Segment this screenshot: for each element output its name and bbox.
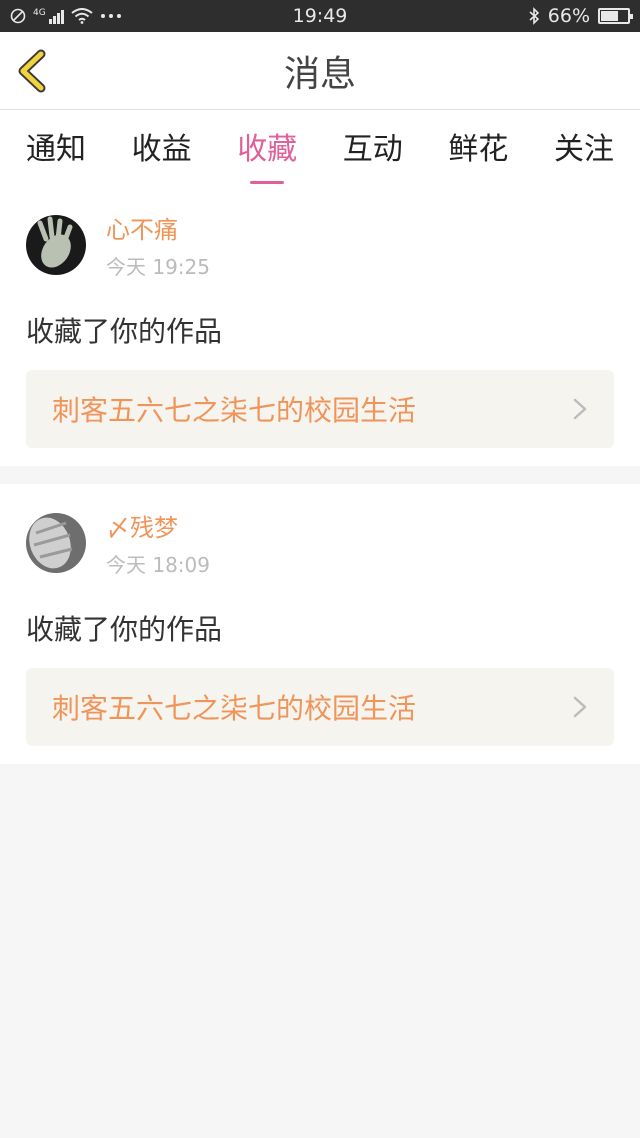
user-row: 〆残梦 今天 18:09 [26, 508, 614, 578]
battery-icon [598, 8, 633, 24]
tab-follows[interactable]: 关注 [554, 124, 614, 172]
chevron-right-icon [573, 696, 587, 718]
tab-flowers[interactable]: 鲜花 [448, 124, 508, 172]
page-title: 消息 [283, 53, 356, 95]
message-card: 〆残梦 今天 18:09 收藏了你的作品 刺客五六七之柒七的校园生活 [0, 484, 640, 764]
tab-earnings[interactable]: 收益 [132, 124, 192, 172]
work-link[interactable]: 刺客五六七之柒七的校园生活 [26, 668, 614, 746]
work-title: 刺客五六七之柒七的校园生活 [52, 692, 417, 725]
battery-level [601, 11, 619, 21]
tab-interactions[interactable]: 互动 [343, 124, 403, 172]
nav-bar: 消息 [0, 32, 640, 110]
action-text: 收藏了你的作品 [26, 613, 223, 646]
message-card: 心不痛 今天 19:25 收藏了你的作品 刺客五六七之柒七的校园生活 [0, 186, 640, 466]
message-time: 今天 19:25 [106, 255, 210, 279]
message-time: 今天 18:09 [106, 553, 210, 577]
work-title: 刺客五六七之柒七的校园生活 [52, 394, 417, 427]
username[interactable]: 心不痛 [106, 210, 210, 245]
work-link[interactable]: 刺客五六七之柒七的校园生活 [26, 370, 614, 448]
chevron-right-icon [573, 398, 587, 420]
action-text: 收藏了你的作品 [26, 315, 223, 348]
user-info: 〆残梦 今天 18:09 [106, 508, 210, 578]
status-time: 19:49 [292, 5, 348, 27]
status-bar: 4G 19:49 66% [0, 0, 640, 32]
tab-favorites[interactable]: 收藏 [237, 124, 297, 172]
tab-bar: 通知 收益 收藏 互动 鲜花 关注 [0, 110, 640, 186]
user-row: 心不痛 今天 19:25 [26, 210, 614, 280]
user-info: 心不痛 今天 19:25 [106, 210, 210, 280]
back-button[interactable] [14, 49, 54, 93]
chevron-left-icon [18, 49, 46, 93]
tab-notifications[interactable]: 通知 [26, 124, 86, 172]
avatar[interactable] [26, 215, 86, 275]
username[interactable]: 〆残梦 [106, 508, 210, 543]
avatar[interactable] [26, 513, 86, 573]
